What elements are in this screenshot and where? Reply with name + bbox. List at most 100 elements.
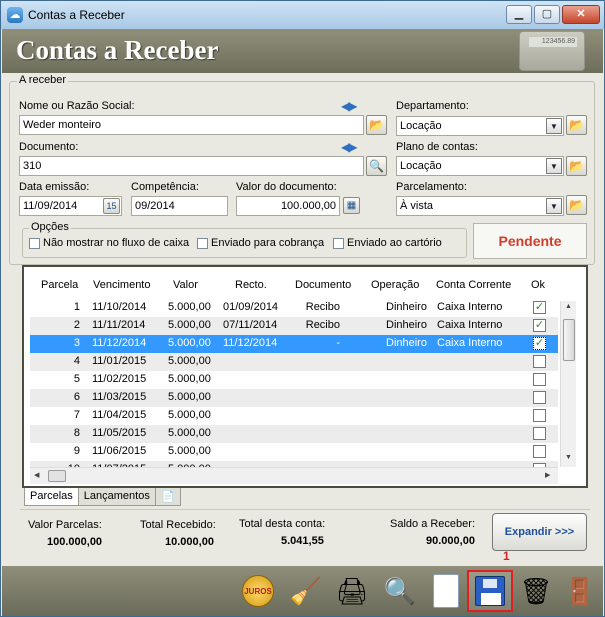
tab-parcelas[interactable]: Parcelas <box>24 488 79 506</box>
horizontal-scrollbar[interactable]: ◀ ▶ <box>30 467 558 484</box>
contas-a-receber-window: ☁ Contas a Receber ▁ ▢ ✕ Contas a Recebe… <box>0 0 605 617</box>
calculator-button-icon[interactable]: ▦ <box>343 197 360 214</box>
printer-icon[interactable]: 🖨 <box>332 570 372 612</box>
data-emissao-label: Data emissão: <box>19 181 90 193</box>
plano-contas-value: Locação <box>400 160 442 172</box>
scroll-thumb[interactable] <box>48 470 66 482</box>
col-header-documento[interactable]: Documento <box>295 279 351 291</box>
tab-document-icon[interactable]: 📄 <box>154 488 181 506</box>
ok-checkbox[interactable] <box>533 445 546 458</box>
col-header-operacao[interactable]: Operação <box>371 279 419 291</box>
enviado-cobranca-checkbox[interactable]: Enviado para cobrança <box>197 237 324 249</box>
folder-open-icon[interactable]: 📂 <box>366 115 387 135</box>
documento-nav-arrows-icon[interactable]: ◀▶ <box>341 140 358 154</box>
search-icon[interactable]: 🔍 <box>366 156 387 176</box>
total-recebido-value: 10.000,00 <box>165 536 214 548</box>
tab-lancamentos[interactable]: Lançamentos <box>77 488 156 506</box>
juros-icon[interactable]: JUROS <box>238 570 278 612</box>
cell-parcela: 3 <box>73 337 80 349</box>
cell-parcela: 6 <box>73 391 80 403</box>
save-floppy-icon[interactable] <box>467 570 513 612</box>
col-header-parcela[interactable]: Parcela <box>41 279 78 291</box>
new-document-icon[interactable] <box>426 570 466 612</box>
ok-checkbox[interactable]: ✓ <box>533 337 546 350</box>
parcelas-grid: Parcela Vencimento Valor Recto. Document… <box>22 265 588 488</box>
scroll-up-icon[interactable]: ▲ <box>565 303 572 310</box>
departamento-folder-icon[interactable]: 📂 <box>566 115 587 135</box>
expandir-button[interactable]: Expandir >>> <box>492 513 587 551</box>
valor-documento-field[interactable]: 100.000,00 <box>236 196 340 216</box>
cell-doc: Recibo <box>305 301 340 313</box>
col-header-vencimento[interactable]: Vencimento <box>93 279 150 291</box>
ok-checkbox[interactable] <box>533 373 546 386</box>
cell-venc: 11/04/2015 <box>92 409 147 421</box>
cell-parcela: 7 <box>73 409 80 421</box>
cell-parcela: 1 <box>73 301 80 313</box>
competencia-field[interactable]: 09/2014 <box>131 196 228 216</box>
minimize-button[interactable]: ▁ <box>506 5 532 24</box>
cell-conta: Caixa Interno <box>437 301 503 313</box>
scroll-left-icon[interactable]: ◀ <box>34 471 39 479</box>
vertical-scrollbar[interactable]: ▲ ▼ <box>560 301 576 467</box>
parcelamento-folder-icon[interactable]: 📂 <box>566 195 587 215</box>
col-header-recto[interactable]: Recto. <box>235 279 267 291</box>
cell-valor: 5.000,00 <box>168 355 211 367</box>
cell-conta: Caixa Interno <box>437 337 503 349</box>
col-header-conta-corrente[interactable]: Conta Corrente <box>436 279 511 291</box>
search-magnifier-icon[interactable]: 🔍 <box>380 570 420 612</box>
scroll-down-icon[interactable]: ▼ <box>565 454 572 461</box>
table-row[interactable]: 7 11/04/2015 5.000,00 <box>30 407 558 425</box>
table-row[interactable]: 5 11/02/2015 5.000,00 <box>30 371 558 389</box>
ok-checkbox[interactable] <box>533 409 546 422</box>
scroll-right-icon[interactable]: ▶ <box>545 471 550 479</box>
cell-valor: 5.000,00 <box>168 409 211 421</box>
nao-mostrar-fluxo-checkbox[interactable]: Não mostrar no fluxo de caixa <box>29 237 189 249</box>
table-row[interactable]: 8 11/05/2015 5.000,00 <box>30 425 558 443</box>
cell-valor: 5.000,00 <box>168 373 211 385</box>
window-title: Contas a Receber <box>28 8 125 22</box>
checkbox-box[interactable] <box>197 237 208 249</box>
chevron-down-icon[interactable]: ▼ <box>546 118 562 134</box>
enviado-cartorio-checkbox[interactable]: Enviado ao cartório <box>333 237 442 249</box>
checkbox-box[interactable] <box>29 237 40 249</box>
cell-venc: 11/11/2014 <box>92 319 146 331</box>
ok-checkbox[interactable]: ✓ <box>533 319 546 332</box>
table-row[interactable]: 9 11/06/2015 5.000,00 <box>30 443 558 461</box>
parcelas-grid-inner: Parcela Vencimento Valor Recto. Document… <box>30 275 578 484</box>
trash-icon[interactable]: 🗑 <box>516 570 556 612</box>
exit-door-icon[interactable]: 🚪 <box>560 570 600 612</box>
calendar-icon[interactable]: 15 <box>103 198 120 214</box>
header-banner: Contas a Receber 123456.89 <box>2 29 603 73</box>
plano-contas-select[interactable]: Locação ▼ <box>396 156 564 176</box>
departamento-select[interactable]: Locação ▼ <box>396 116 564 136</box>
departamento-value: Locação <box>400 120 442 132</box>
nome-nav-arrows-icon[interactable]: ◀▶ <box>341 99 358 113</box>
close-button[interactable]: ✕ <box>562 5 600 24</box>
clear-brush-icon[interactable]: 🧹 <box>286 570 326 612</box>
table-row[interactable]: 1 11/10/2014 5.000,00 01/09/2014 Recibo Dinhe… <box>30 299 558 317</box>
table-row[interactable]: 6 11/03/2015 5.000,00 <box>30 389 558 407</box>
maximize-button[interactable]: ▢ <box>534 5 560 24</box>
ok-checkbox[interactable] <box>533 427 546 440</box>
table-row[interactable]: 4 11/01/2015 5.000,00 <box>30 353 558 371</box>
checkbox-box[interactable] <box>333 237 344 249</box>
calculator-icon: 123456.89 <box>519 31 585 71</box>
ok-checkbox[interactable] <box>533 355 546 368</box>
title-bar: ☁ Contas a Receber ▁ ▢ ✕ <box>1 1 604 29</box>
floppy-shutter <box>483 579 497 588</box>
cell-venc: 11/05/2015 <box>92 427 147 439</box>
ok-checkbox[interactable]: ✓ <box>533 301 546 314</box>
plano-contas-folder-icon[interactable]: 📂 <box>566 156 587 176</box>
table-row[interactable]: 3 11/12/2014 5.000,00 11/12/2014 - Dinheiro Ca… <box>30 335 558 353</box>
cell-oper: Dinheiro <box>386 337 427 349</box>
col-header-ok[interactable]: Ok <box>531 279 545 291</box>
table-row[interactable]: 2 11/11/2014 5.000,00 07/11/2014 Recibo Dinhe… <box>30 317 558 335</box>
ok-checkbox[interactable] <box>533 391 546 404</box>
parcelamento-select[interactable]: À vista ▼ <box>396 196 564 216</box>
nome-field[interactable]: Weder monteiro <box>19 115 364 135</box>
scroll-thumb[interactable] <box>563 319 575 361</box>
documento-field[interactable]: 310 <box>19 156 364 176</box>
chevron-down-icon[interactable]: ▼ <box>546 198 562 214</box>
chevron-down-icon[interactable]: ▼ <box>546 158 562 174</box>
col-header-valor[interactable]: Valor <box>173 279 198 291</box>
